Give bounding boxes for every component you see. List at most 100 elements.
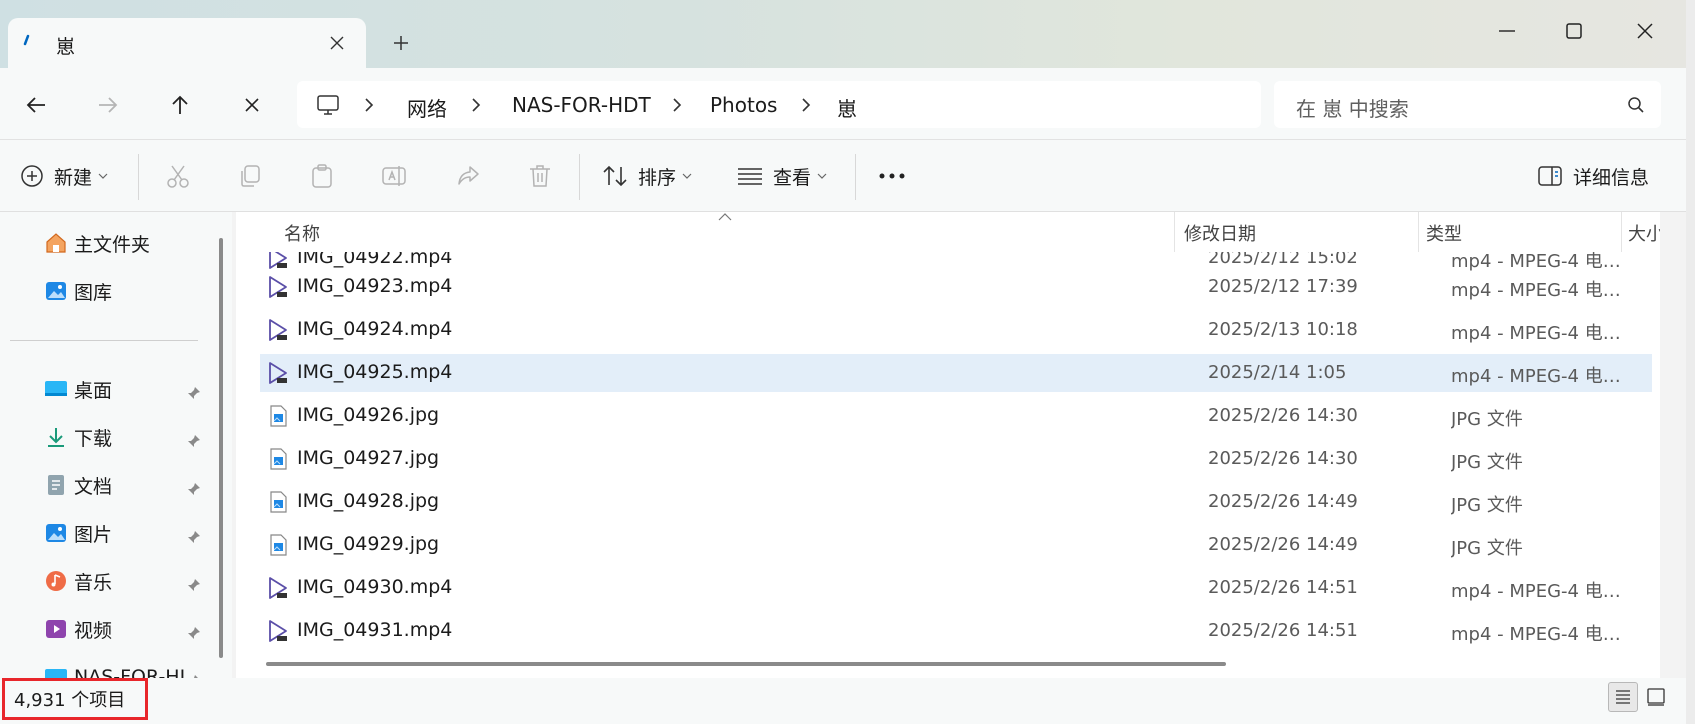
- rename-button[interactable]: [381, 160, 407, 192]
- copy-icon: [237, 163, 263, 189]
- breadcrumb-network[interactable]: 网络: [407, 93, 447, 122]
- file-name: IMG_04930.mp4: [297, 576, 453, 598]
- chevron-right-icon[interactable]: [799, 96, 813, 114]
- sidebar-item-gallery[interactable]: 图库: [44, 274, 214, 308]
- file-date: 2025/2/12 17:39: [1208, 276, 1358, 297]
- copy-button[interactable]: [237, 160, 263, 192]
- music-icon: [44, 569, 68, 593]
- chevron-right-icon[interactable]: [362, 96, 376, 114]
- file-row[interactable]: IMG_04931.mp4 2025/2/26 14:51 mp4 - MPEG-4…: [260, 612, 1652, 650]
- sidebar-item-label: 图片: [74, 523, 113, 546]
- forward-button[interactable]: [91, 88, 125, 122]
- column-name[interactable]: 名称: [284, 220, 320, 246]
- folder-tab-icon: [22, 34, 32, 50]
- more-options-button[interactable]: [878, 160, 906, 192]
- file-date: 2025/2/26 14:30: [1208, 448, 1358, 469]
- breadcrumb-nas[interactable]: NAS-FOR-HDT: [512, 93, 651, 117]
- large-icons-view-button[interactable]: [1645, 686, 1667, 708]
- file-row[interactable]: IMG_04925.mp4 2025/2/14 1:05 mp4 - MPEG-4 …: [260, 354, 1652, 392]
- title-bar: 崽: [0, 0, 1695, 68]
- view-button[interactable]: 查看: [737, 160, 827, 192]
- column-divider[interactable]: [1174, 212, 1175, 252]
- file-date: 2025/2/14 1:05: [1208, 362, 1347, 383]
- file-type: JPG 文件: [1451, 495, 1523, 516]
- stop-button[interactable]: [235, 88, 269, 122]
- pin-icon[interactable]: [186, 577, 202, 593]
- video-file-icon: [266, 619, 290, 643]
- minimize-button[interactable]: [1490, 16, 1524, 46]
- new-button[interactable]: 新建: [20, 160, 108, 192]
- sidebar-scrollbar[interactable]: [219, 238, 223, 658]
- highlight-box: [2, 678, 148, 720]
- tab-current-folder[interactable]: 崽: [8, 18, 366, 68]
- scissors-icon: [165, 163, 191, 189]
- column-type[interactable]: 类型: [1426, 220, 1462, 246]
- sort-button[interactable]: 排序: [602, 160, 692, 192]
- column-divider[interactable]: [1621, 212, 1622, 252]
- details-pane-button[interactable]: 详细信息: [1537, 160, 1649, 192]
- delete-button[interactable]: [527, 160, 553, 192]
- pin-icon[interactable]: [186, 481, 202, 497]
- separator: [138, 154, 139, 200]
- pin-icon[interactable]: [186, 385, 202, 401]
- cut-button[interactable]: [165, 160, 191, 192]
- pin-icon[interactable]: [186, 433, 202, 449]
- search-box[interactable]: 在 崽 中搜索: [1274, 81, 1661, 128]
- breadcrumb-current[interactable]: 崽: [837, 93, 857, 122]
- file-row[interactable]: IMG_04923.mp4 2025/2/12 17:39 mp4 - MPEG-4…: [260, 268, 1652, 306]
- separator: [579, 154, 580, 200]
- chevron-right-icon[interactable]: [469, 96, 483, 114]
- close-window-button[interactable]: [1628, 16, 1662, 46]
- share-icon: [455, 163, 481, 189]
- plus-circle-icon: [20, 164, 44, 188]
- file-row[interactable]: IMG_04930.mp4 2025/2/26 14:51 mp4 - MPEG-4…: [260, 569, 1652, 607]
- column-divider[interactable]: [1418, 212, 1419, 252]
- sidebar-item-label: 文档: [74, 475, 113, 498]
- details-label: 详细信息: [1573, 166, 1650, 189]
- file-row[interactable]: IMG_04926.jpg 2025/2/26 14:30 JPG 文件: [260, 397, 1652, 435]
- file-date: 2025/2/26 14:51: [1208, 620, 1358, 641]
- file-type: JPG 文件: [1451, 409, 1523, 430]
- details-view-button[interactable]: [1608, 682, 1638, 712]
- column-size[interactable]: 大小: [1628, 220, 1660, 246]
- file-date: 2025/2/26 14:49: [1208, 534, 1358, 555]
- sidebar-item-label: NAS-FOR-HI: [74, 666, 186, 678]
- paste-button[interactable]: [309, 160, 335, 192]
- file-date: 2025/2/26 14:30: [1208, 405, 1358, 426]
- view-list-icon: [737, 166, 763, 186]
- computer-icon[interactable]: [315, 92, 341, 118]
- up-button[interactable]: [163, 88, 197, 122]
- search-input[interactable]: 在 崽 中搜索: [1296, 93, 1409, 122]
- file-name: IMG_04929.jpg: [297, 533, 440, 555]
- chevron-right-icon[interactable]: [670, 96, 684, 114]
- download-icon: [44, 425, 68, 449]
- pin-icon[interactable]: [186, 625, 202, 641]
- back-button[interactable]: [19, 88, 53, 122]
- sidebar-item-label: 桌面: [74, 379, 113, 402]
- sidebar-item-home[interactable]: 主文件夹: [44, 226, 214, 260]
- more-dots-icon: [878, 172, 906, 180]
- horizontal-scrollbar[interactable]: [266, 662, 1226, 666]
- file-row[interactable]: IMG_04929.jpg 2025/2/26 14:49 JPG 文件: [260, 526, 1652, 564]
- column-header: 名称 修改日期 类型 大小: [236, 212, 1660, 252]
- search-icon[interactable]: [1626, 95, 1646, 115]
- share-button[interactable]: [455, 160, 481, 192]
- sort-ascending-icon: [718, 212, 732, 222]
- file-type: JPG 文件: [1451, 452, 1523, 473]
- address-bar[interactable]: 网络 NAS-FOR-HDT Photos 崽: [297, 81, 1261, 128]
- file-name: IMG_04931.mp4: [297, 619, 453, 641]
- file-row[interactable]: IMG_04927.jpg 2025/2/26 14:30 JPG 文件: [260, 440, 1652, 478]
- close-tab-icon[interactable]: [324, 30, 350, 56]
- pin-icon[interactable]: [186, 529, 202, 545]
- file-name: IMG_04927.jpg: [297, 447, 440, 469]
- window-edge: [1686, 0, 1695, 724]
- column-date[interactable]: 修改日期: [1184, 220, 1256, 246]
- file-row[interactable]: IMG_04928.jpg 2025/2/26 14:49 JPG 文件: [260, 483, 1652, 521]
- sidebar-item-label: 音乐: [74, 571, 113, 594]
- breadcrumb-photos[interactable]: Photos: [710, 93, 777, 117]
- new-tab-button[interactable]: [388, 30, 414, 56]
- pictures-icon: [44, 521, 68, 545]
- maximize-button[interactable]: [1557, 16, 1591, 46]
- file-row[interactable]: IMG_04924.mp4 2025/2/13 10:18 mp4 - MPEG-4…: [260, 311, 1652, 349]
- image-file-icon: [266, 447, 290, 471]
